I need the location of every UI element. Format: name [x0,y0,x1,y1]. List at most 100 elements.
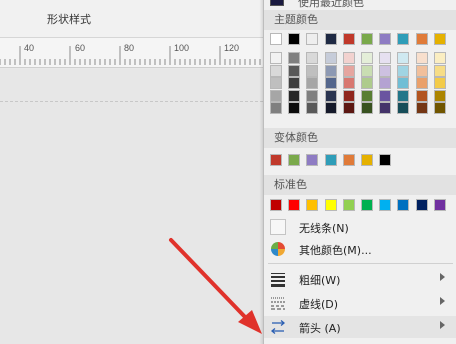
menu-divider [268,263,453,264]
standard-color-swatch[interactable] [288,199,301,211]
standard-color-swatch[interactable] [361,199,373,211]
theme-shade-swatch[interactable] [397,64,410,77]
theme-shade-swatch[interactable] [288,77,301,89]
theme-shade-swatch[interactable] [433,52,446,64]
theme-shade-swatch[interactable] [306,64,319,77]
theme-shade-swatch[interactable] [415,64,428,77]
theme-shade-swatch[interactable] [324,52,337,64]
theme-shade-swatch[interactable] [306,77,319,89]
submenu-arrow-icon [440,321,445,329]
theme-shade-swatch[interactable] [361,77,373,89]
theme-shade-swatch[interactable] [433,89,446,102]
theme-shade-swatch[interactable] [361,89,373,102]
ruler-label: 60 [75,43,85,53]
theme-shade-swatch[interactable] [433,102,446,114]
theme-shade-swatch[interactable] [270,89,282,102]
theme-shade-swatch[interactable] [361,102,373,114]
theme-shade-swatch[interactable] [397,77,410,89]
standard-color-swatch[interactable] [324,199,337,211]
standard-color-swatch[interactable] [397,199,410,211]
standard-color-swatch[interactable] [306,199,319,211]
theme-shade-swatch[interactable] [415,102,428,114]
recent-colors-label: 使用最近颜色 [298,0,364,9]
theme-shade-swatch[interactable] [270,52,282,64]
submenu-arrow-icon [440,273,445,281]
theme-shade-swatch[interactable] [306,102,319,114]
theme-color-swatch[interactable] [288,33,301,45]
standard-color-swatch[interactable] [415,199,428,211]
theme-shade-swatch[interactable] [324,77,337,89]
theme-shade-swatch[interactable] [379,102,392,114]
theme-shade-swatch[interactable] [270,64,282,77]
standard-color-swatch[interactable] [379,199,392,211]
theme-shade-swatch[interactable] [361,64,373,77]
theme-colors-header: 主题颜色 [264,10,456,30]
line-weight-item[interactable]: 粗细(W) [264,268,456,290]
theme-shade-swatch[interactable] [288,102,301,114]
standard-colors-header: 标准色 [264,175,456,195]
recent-color-swatch[interactable] [270,0,284,6]
theme-color-swatch[interactable] [342,33,355,45]
theme-shade-swatch[interactable] [306,89,319,102]
theme-shade-swatch[interactable] [415,77,428,89]
standard-color-swatch[interactable] [342,199,355,211]
standard-color-swatch[interactable] [270,199,282,211]
theme-color-swatch[interactable] [433,33,446,45]
theme-shade-swatch[interactable] [270,102,282,114]
theme-shade-swatch[interactable] [270,77,282,89]
ruler-label: 40 [24,43,34,53]
theme-color-swatch[interactable] [306,33,319,45]
ruler-label: 120 [224,43,239,53]
theme-shade-swatch[interactable] [379,77,392,89]
standard-color-swatch[interactable] [433,199,446,211]
theme-shade-swatch[interactable] [342,89,355,102]
theme-shade-swatch[interactable] [288,89,301,102]
theme-shade-swatch[interactable] [342,52,355,64]
arrows-item[interactable]: 箭头 (A) [264,316,456,338]
theme-shade-swatch[interactable] [433,64,446,77]
dash-line-icon [271,297,285,310]
theme-shade-swatch[interactable] [397,102,410,114]
theme-shade-swatch[interactable] [433,77,446,89]
more-colors-item[interactable]: 其他颜色(M)... [264,238,456,260]
theme-shade-swatch[interactable] [342,102,355,114]
guide-line [0,101,263,102]
theme-shade-swatch[interactable] [415,52,428,64]
drawing-canvas[interactable] [0,69,263,344]
variant-color-swatch[interactable] [361,154,373,166]
variant-color-swatch[interactable] [324,154,337,166]
dash-type-item[interactable]: 虚线(D) [264,292,456,314]
theme-shade-swatch[interactable] [415,89,428,102]
ruler: 40 60 80 100 120 [0,38,263,68]
theme-shade-swatch[interactable] [324,89,337,102]
no-line-item[interactable]: 无线条(N) [264,216,456,238]
variant-color-swatch[interactable] [288,154,301,166]
theme-color-swatch[interactable] [324,33,337,45]
theme-shade-swatch[interactable] [324,102,337,114]
theme-color-swatch[interactable] [270,33,282,45]
theme-shade-swatch[interactable] [288,52,301,64]
theme-shade-swatch[interactable] [288,64,301,77]
line-weight-icon [271,273,285,287]
variant-color-swatch[interactable] [342,154,355,166]
theme-shade-swatch[interactable] [379,52,392,64]
theme-shade-swatch[interactable] [379,64,392,77]
theme-shade-swatch[interactable] [342,77,355,89]
line-color-menu: 使用最近颜色 主题颜色 变体颜色 标准色 无线条(N) 其他颜色(M)... 粗… [263,0,456,344]
theme-shade-swatch[interactable] [397,89,410,102]
variant-color-swatch[interactable] [306,154,319,166]
theme-shade-swatch[interactable] [324,64,337,77]
theme-shade-swatch[interactable] [306,52,319,64]
theme-color-swatch[interactable] [397,33,410,45]
theme-shade-swatch[interactable] [397,52,410,64]
variant-color-swatch[interactable] [270,154,282,166]
theme-color-swatch[interactable] [379,33,392,45]
theme-shade-swatch[interactable] [379,89,392,102]
theme-color-swatch[interactable] [361,33,373,45]
theme-color-swatch[interactable] [415,33,428,45]
theme-shade-swatch[interactable] [342,64,355,77]
theme-shade-swatch[interactable] [361,52,373,64]
variant-color-swatch[interactable] [379,154,392,166]
shape-styles-label: 形状样式 [47,13,91,26]
ruler-label: 100 [174,43,189,53]
